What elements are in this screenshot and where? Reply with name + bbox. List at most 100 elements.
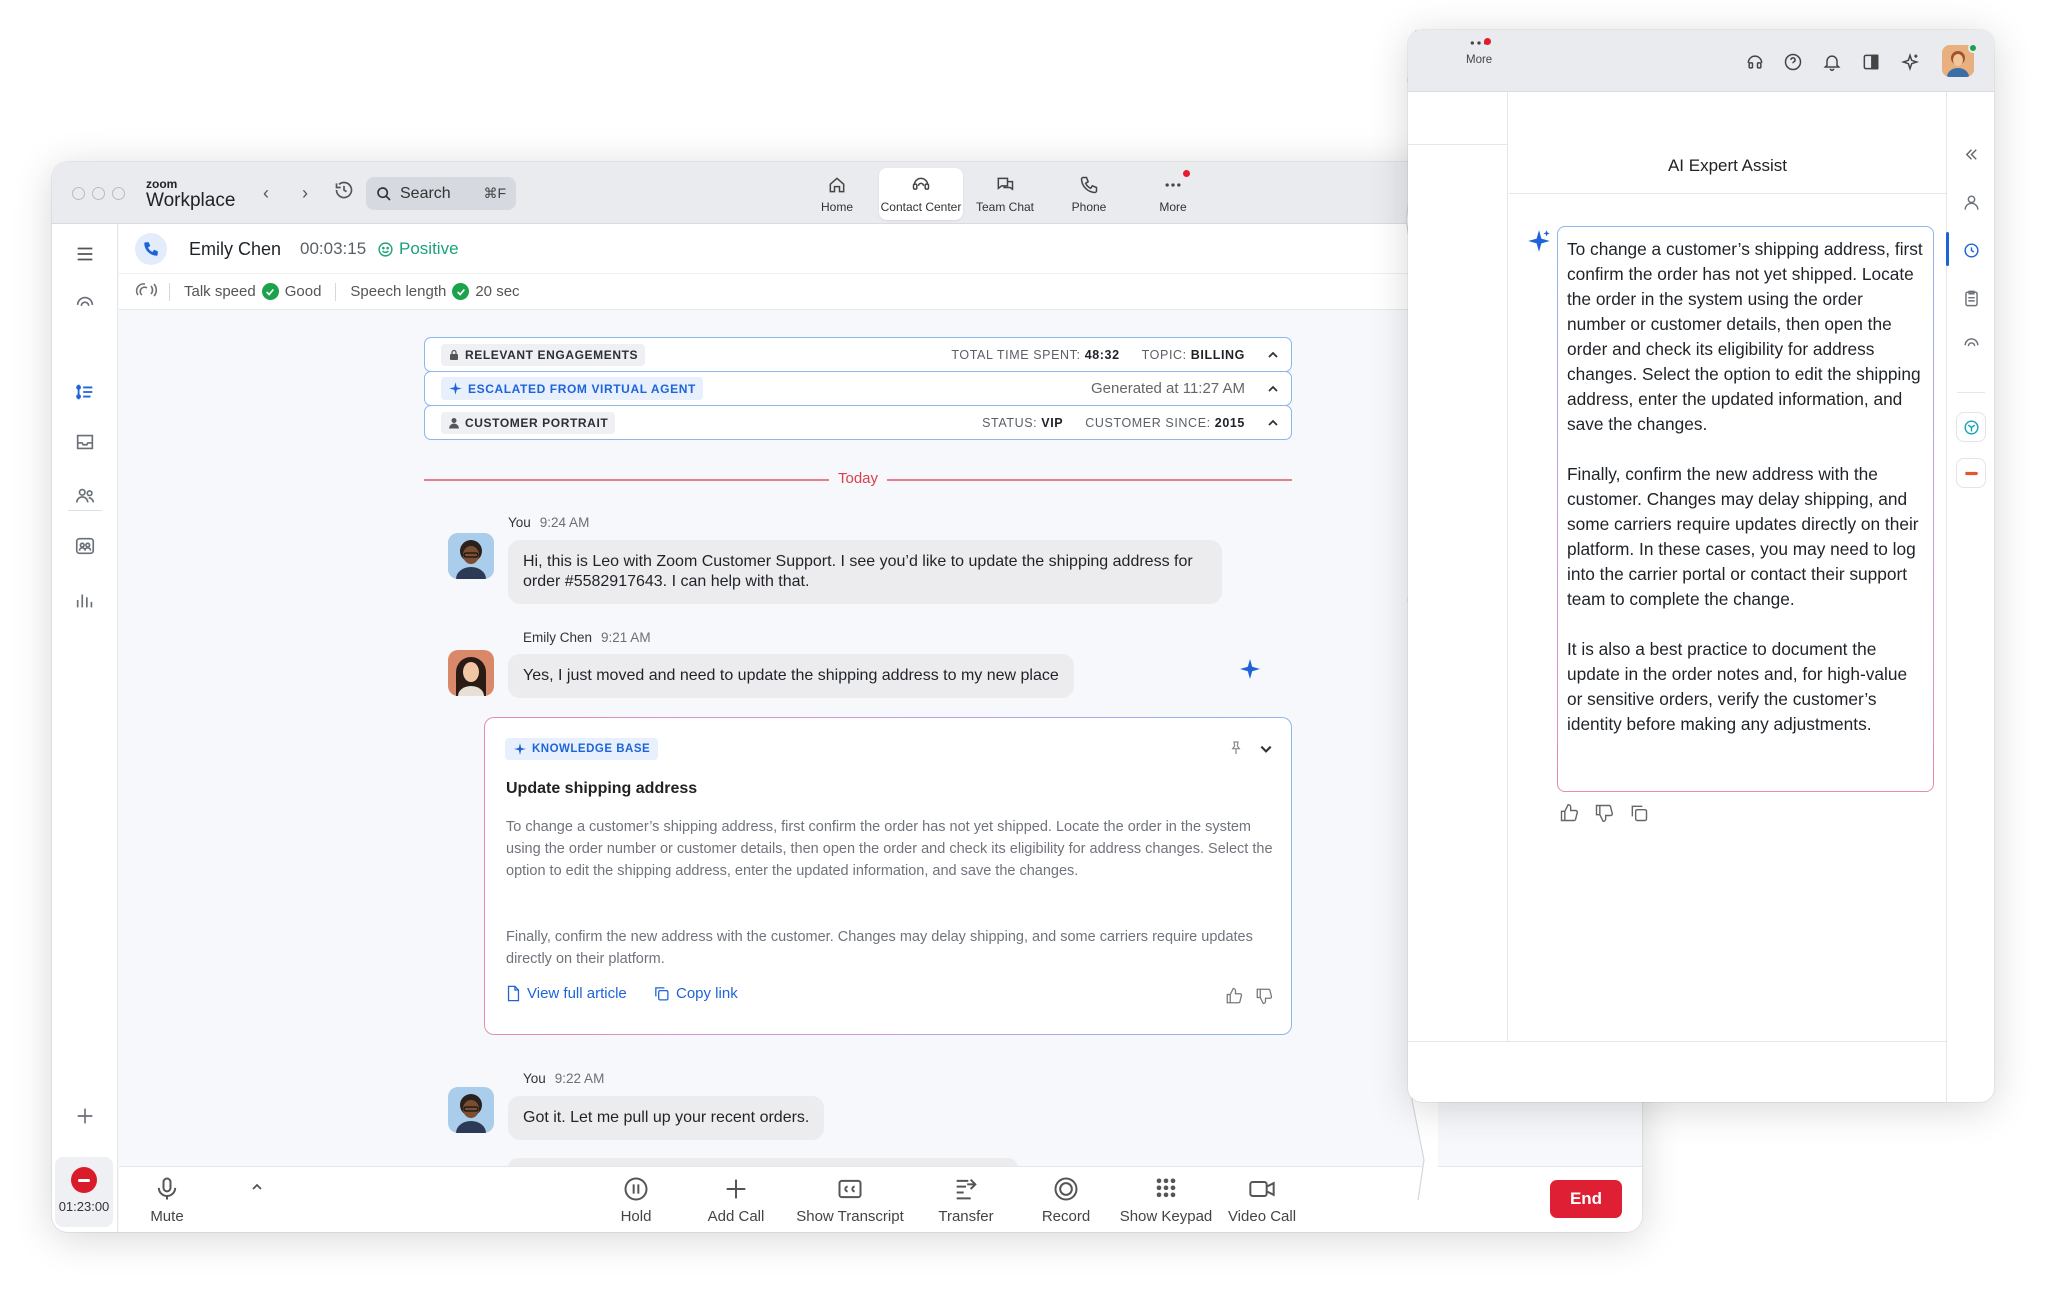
pane-divider [1408,144,1508,145]
caller-name: Emily Chen [189,239,282,259]
notification-dot [1183,170,1190,177]
status-label: STATUS: [982,415,1038,430]
speech-waves-icon [135,280,159,304]
message-bubble: Hi, this is Leo with Zoom Customer Suppo… [508,540,1222,604]
thumbs-down-icon[interactable] [1255,987,1273,1005]
collapse-icon[interactable] [1959,142,1983,166]
team-icon[interactable] [69,530,101,562]
hold-label: Hold [620,1208,652,1225]
relevant-engagements-row[interactable]: RELEVANT ENGAGEMENTS TOTAL TIME SPENT: 4… [424,337,1292,372]
view-full-article-link[interactable]: View full article [506,985,627,1002]
active-indicator [1946,232,1949,266]
profile-icon[interactable] [1959,190,1983,214]
customer-portrait-label: CUSTOMER PORTRAIT [465,415,609,430]
help-icon[interactable] [1781,50,1805,74]
integration-app-icon[interactable] [1956,412,1986,442]
headset-icon[interactable] [69,288,101,320]
add-icon[interactable] [69,1100,101,1132]
knowledge-base-tag: KNOWLEDGE BASE [505,738,659,760]
agent-avatar [448,533,494,579]
contacts-icon[interactable] [69,480,101,512]
nav-team-chat[interactable]: Team Chat [963,168,1047,220]
nav-more-label: More [1159,199,1187,214]
message-bubble: Got it. Let me pull up your recent order… [508,1096,825,1140]
copy-icon[interactable] [1629,803,1649,823]
show-transcript-button[interactable]: Show Transcript [785,1175,915,1225]
active-call-timer[interactable]: 01:23:00 [55,1157,113,1227]
more-icon [1165,182,1181,187]
analytics-icon[interactable] [69,584,101,616]
speech-length-metric: Speech length 20 sec [350,283,520,300]
copy-icon [655,987,669,1001]
online-status-dot [1968,43,1978,53]
add-call-button[interactable]: Add Call [681,1175,791,1225]
assist-paragraph: Finally, confirm the new address with th… [1567,464,1919,609]
copy-link-button[interactable]: Copy link [653,985,738,1002]
ai-sparkle-icon[interactable] [1238,657,1262,681]
divider-line [424,479,829,481]
chevron-up-icon[interactable] [1267,383,1279,395]
chevron-up-icon[interactable] [251,1181,263,1193]
thumbs-up-icon[interactable] [1225,987,1243,1005]
partner-app-icon[interactable] [1956,458,1986,488]
search-label: Search [400,184,451,202]
hold-icon [624,1177,648,1201]
mute-label: Mute [150,1208,184,1225]
chevron-down-icon[interactable] [1259,742,1273,756]
hold-button[interactable]: Hold [581,1175,691,1225]
headset-icon[interactable] [1959,332,1983,356]
zoom-window-button[interactable] [112,187,125,200]
status-value: VIP [1041,415,1064,430]
history-icon[interactable] [332,180,356,206]
assist-paragraph: To change a customer’s shipping address,… [1567,239,1923,434]
search-input[interactable]: Search ⌘F [366,177,516,210]
customer-portrait-pill: CUSTOMER PORTRAIT [441,411,616,434]
escalated-row[interactable]: ESCALATED FROM VIRTUAL AGENT Generated a… [424,371,1292,406]
queue-list-icon[interactable] [69,376,101,408]
message-sender: Emily Chen [523,630,593,645]
record-button[interactable]: Record [1011,1175,1121,1225]
bell-icon[interactable] [1820,50,1844,74]
call-phone-icon [135,233,167,265]
lock-icon [450,349,458,360]
mute-button[interactable]: Mute [107,1175,227,1225]
brand-large: Workplace [146,190,236,211]
back-arrow-icon[interactable]: ‹ [254,180,278,206]
show-transcript-label: Show Transcript [796,1208,904,1225]
ai-companion-icon[interactable] [1898,50,1922,74]
nav-home[interactable]: Home [795,168,879,220]
chevron-up-icon[interactable] [1267,417,1279,429]
chevron-up-icon[interactable] [1267,349,1279,361]
close-window-button[interactable] [72,187,85,200]
assist-more-label: More [1466,54,1493,66]
nav-more[interactable]: More [1131,168,1215,220]
microphone-icon [157,1177,177,1200]
video-call-button[interactable]: Video Call [1207,1175,1317,1225]
message-meta: You 9:24 AM [508,515,589,530]
menu-icon[interactable] [69,238,101,270]
pin-icon[interactable] [1228,740,1244,756]
topic-value: BILLING [1190,347,1245,362]
escalated-pill: ESCALATED FROM VIRTUAL AGENT [441,377,703,400]
inbox-icon[interactable] [69,426,101,458]
thumbs-down-icon[interactable] [1594,803,1614,823]
rail-divider [1957,392,1985,393]
knowledge-base-tag-label: KNOWLEDGE BASE [532,743,651,755]
customer-portrait-row[interactable]: CUSTOMER PORTRAIT STATUS: VIP CUSTOMER S… [424,405,1292,440]
headset-icon[interactable] [1743,50,1767,74]
notes-icon[interactable] [1959,286,1983,310]
end-call-button[interactable]: End [1550,1180,1622,1218]
relevant-engagements-label: RELEVANT ENGAGEMENTS [465,347,639,362]
forward-arrow-icon[interactable]: › [293,180,317,206]
nav-phone[interactable]: Phone [1047,168,1131,220]
transfer-button[interactable]: Transfer [911,1175,1021,1225]
copy-link-label: Copy link [676,985,738,1002]
check-icon [261,283,279,300]
side-panel-icon[interactable] [1859,50,1883,74]
nav-contact-center[interactable]: Contact Center [879,168,963,220]
expert-assist-icon[interactable] [1959,238,1983,262]
ai-sparkle-icon [1528,230,1550,252]
thumbs-up-icon[interactable] [1559,803,1579,823]
customer-avatar [448,650,494,696]
minimize-window-button[interactable] [92,187,105,200]
